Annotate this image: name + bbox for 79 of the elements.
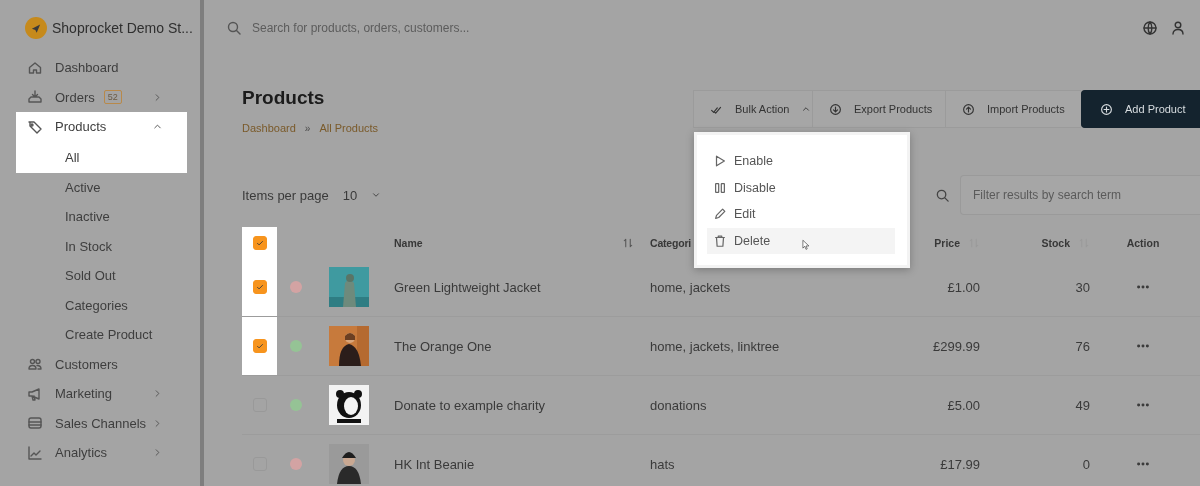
toolbar-button[interactable]: Bulk Action: [693, 90, 812, 128]
logo-icon: [25, 17, 47, 39]
nav-item[interactable]: Dashboard: [16, 53, 187, 83]
table-cell: home, jackets, linktree: [650, 338, 780, 354]
menu-item[interactable]: Delete: [707, 227, 895, 254]
nav-item[interactable]: Sales Channels: [16, 408, 187, 438]
table-cell: donations: [650, 397, 707, 413]
arrow-up-circle-icon: [962, 102, 975, 116]
nav-item[interactable]: Marketing: [16, 379, 187, 409]
breadcrumb-link[interactable]: Dashboard: [242, 122, 296, 134]
search-icon: [226, 20, 242, 36]
column-header[interactable]: Categori: [650, 236, 691, 249]
table-cell: £5.00: [947, 397, 980, 413]
menu-item[interactable]: Disable: [707, 174, 895, 201]
nav-item[interactable]: Analytics: [16, 438, 187, 468]
store-name: Shoprocket Demo St...: [52, 20, 193, 36]
table-cell: The Orange One: [394, 338, 492, 354]
toolbar-button[interactable]: Import Products: [945, 90, 1081, 128]
table-cell: £1.00: [947, 279, 980, 295]
nav-subitem[interactable]: Sold Out: [16, 261, 187, 291]
home-icon: [27, 59, 43, 76]
search-field[interactable]: Search for products, orders, customers...: [250, 20, 514, 36]
table-cell: Donate to example charity: [394, 397, 546, 413]
play-icon: [713, 154, 727, 169]
chart-icon: [27, 444, 43, 461]
toolbar-button[interactable]: Export Products: [812, 90, 945, 128]
table-cell: HK Int Beanie: [394, 456, 475, 472]
menu-item[interactable]: Enable: [707, 148, 895, 175]
check-icon: [254, 341, 265, 351]
checkbox[interactable]: [252, 235, 267, 250]
table-cell: 30: [1075, 279, 1090, 295]
pause-icon: [713, 180, 727, 195]
breadcrumb-separator: »: [304, 122, 311, 134]
nav-subitem[interactable]: In Stock: [16, 231, 187, 261]
table-cell: £17.99: [940, 456, 980, 472]
checkbox[interactable]: [252, 339, 267, 353]
nav-subitem[interactable]: Create Product: [16, 320, 187, 350]
search-icon: [935, 187, 950, 203]
page-title: Products: [242, 87, 326, 109]
user-icon: [1170, 20, 1186, 36]
checkbox[interactable]: [252, 280, 267, 294]
nav-subitem[interactable]: Categories: [16, 290, 187, 320]
table-cell: 76: [1075, 338, 1090, 354]
check-icon: [254, 282, 265, 292]
items-per-page-label: Items per page: [242, 187, 329, 203]
breadcrumb-link[interactable]: All Products: [319, 122, 379, 134]
table-cell: 49: [1075, 397, 1090, 413]
chevron-down-icon: [371, 190, 382, 200]
page-size-select[interactable]: 10: [342, 187, 382, 203]
nav-item[interactable]: Products: [16, 112, 187, 142]
table-cell: Green Lightweight Jacket: [394, 279, 541, 295]
nav-subitem[interactable]: Inactive: [16, 202, 187, 232]
pencil-icon: [713, 207, 727, 222]
menu-item[interactable]: Edit: [707, 201, 895, 228]
column-header[interactable]: Action: [1126, 236, 1160, 249]
tray-icon: [27, 89, 43, 106]
add-button[interactable]: Add Product: [1081, 90, 1200, 128]
count-badge: 52: [103, 90, 122, 105]
trash-icon: [713, 233, 727, 248]
nav-subitem[interactable]: All: [16, 141, 187, 173]
plus-circle-icon: [1100, 102, 1113, 116]
column-header[interactable]: Price: [934, 236, 960, 249]
table-cell: £299.99: [933, 338, 980, 354]
users-icon: [27, 356, 43, 373]
nav-subitem[interactable]: Active: [16, 172, 187, 202]
arrow-down-circle-icon: [829, 102, 842, 116]
megaphone-icon: [27, 385, 43, 402]
table-cell: 0: [1082, 456, 1090, 472]
column-header[interactable]: Name: [394, 236, 423, 249]
cursor-icon: [801, 238, 811, 251]
tag-icon: [27, 118, 43, 135]
nav-item[interactable]: Orders 52: [16, 82, 187, 112]
table-cell: home, jackets: [650, 279, 731, 295]
globe-icon: [1142, 20, 1158, 36]
store-icon: [27, 415, 43, 432]
nav-item[interactable]: Customers: [16, 349, 187, 379]
column-header[interactable]: Stock: [1041, 236, 1070, 249]
table-cell: hats: [650, 456, 675, 472]
filter-field[interactable]: Filter results by search term: [960, 175, 1200, 215]
